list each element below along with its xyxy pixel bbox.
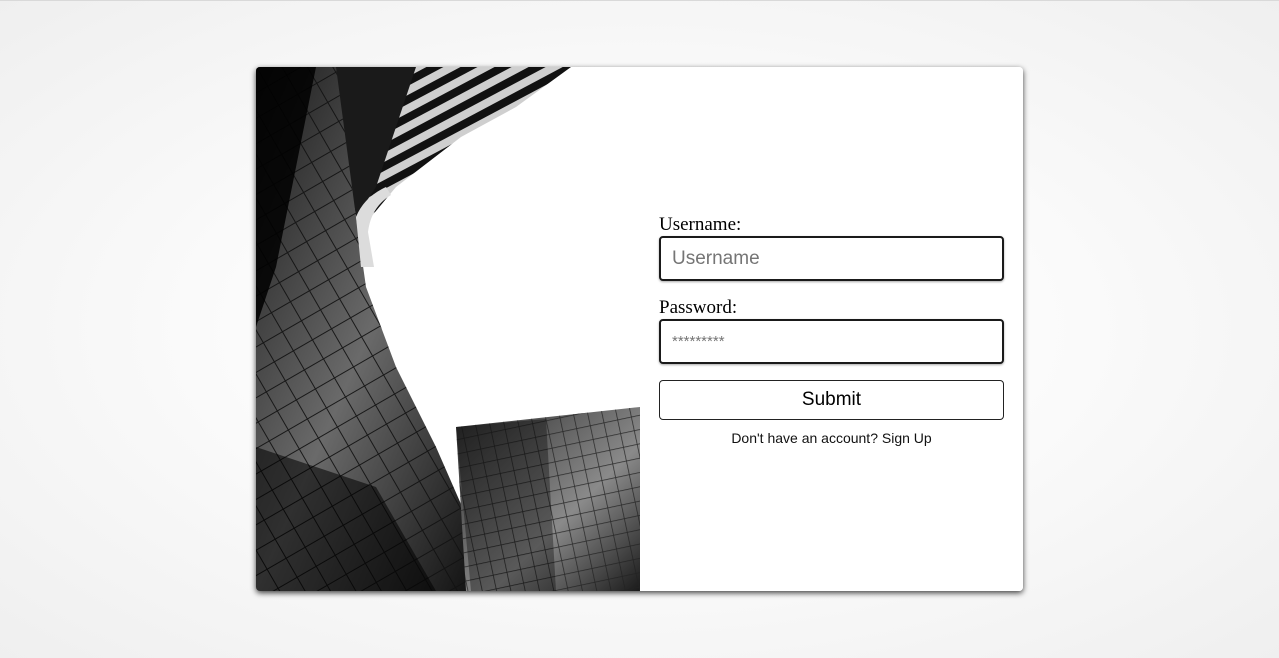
building-photo [256,67,640,591]
password-label: Password: [659,297,738,318]
submit-button[interactable]: Submit [659,380,1004,420]
signup-prompt-text: Don't have an account? [731,430,878,446]
signup-prompt-line: Don't have an account? Sign Up [659,430,1004,446]
signup-link[interactable]: Sign Up [882,430,932,446]
username-input[interactable] [659,236,1004,281]
login-pane: Username: Password: Submit Don't have an… [640,67,1023,591]
login-form: Username: Password: Submit Don't have an… [659,214,1004,446]
page-top-edge [0,0,1279,1]
username-label: Username: [659,214,742,235]
password-input[interactable] [659,319,1004,364]
login-card: Username: Password: Submit Don't have an… [256,67,1023,591]
